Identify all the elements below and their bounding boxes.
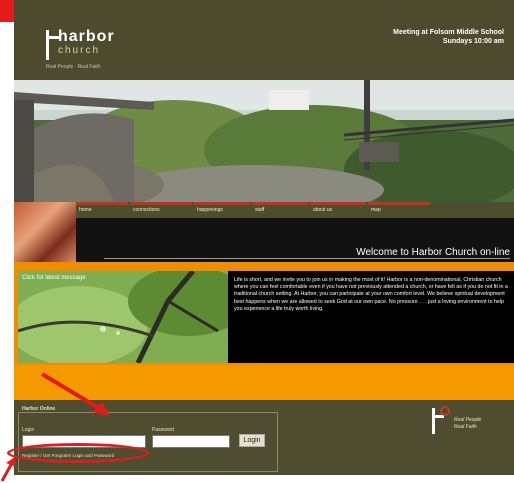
hero-photo-bridge (14, 80, 514, 202)
password-label: Password (152, 427, 174, 433)
harbor-logo[interactable]: harbor church Real People · Real Faith (46, 28, 166, 74)
meeting-time: Sundays 10:00 am (442, 38, 504, 45)
intro-text: Life is short, and we invite you to join… (228, 271, 514, 363)
welcome-heading: Welcome to Harbor Church on-line (356, 247, 510, 258)
nav-staff[interactable]: staff (252, 202, 308, 218)
footer-tagline-line2: Real Faith (454, 424, 477, 430)
footer-tagline: Real People Real Faith (454, 417, 481, 431)
password-field[interactable] (152, 435, 230, 448)
annotation-arrow-icon (40, 372, 110, 416)
nav-links: home connections happenings staff about … (76, 202, 514, 218)
nav-home[interactable]: home (76, 202, 128, 218)
login-label: Login (22, 427, 35, 433)
site-header: harbor church Real People · Real Faith M… (14, 0, 514, 80)
nav-about-us[interactable]: about us (310, 202, 366, 218)
logo-subtitle: church (58, 45, 101, 56)
latest-message-label[interactable]: Click for latest message (22, 275, 86, 281)
navigation-bar: home connections happenings staff about … (14, 202, 514, 262)
logo-tagline: Real People · Real Faith (46, 64, 101, 70)
nav-map[interactable]: map (368, 202, 430, 218)
logo-mark-icon (46, 30, 59, 60)
welcome-divider (104, 258, 510, 259)
meeting-info: Meeting at Folsom Middle School Sundays … (393, 28, 504, 46)
annotation-oval (7, 443, 149, 463)
meeting-location: Meeting at Folsom Middle School (393, 29, 504, 36)
footer-logo: Real People Real Faith (432, 406, 502, 440)
footer-tagline-line1: Real People (454, 417, 482, 423)
canyon-thumbnail (14, 202, 76, 262)
nav-happenings[interactable]: happenings (194, 202, 250, 218)
nav-connections[interactable]: connections (130, 202, 192, 218)
latest-message-image[interactable]: Click for latest message (18, 271, 228, 363)
login-button[interactable]: Login (239, 434, 265, 447)
annotation-arrow-small-icon (0, 457, 16, 482)
logo-name: harbor (58, 28, 115, 45)
message-section: Click for latest message Life is short, … (14, 262, 514, 365)
footer-logo-ring-icon (440, 406, 450, 416)
